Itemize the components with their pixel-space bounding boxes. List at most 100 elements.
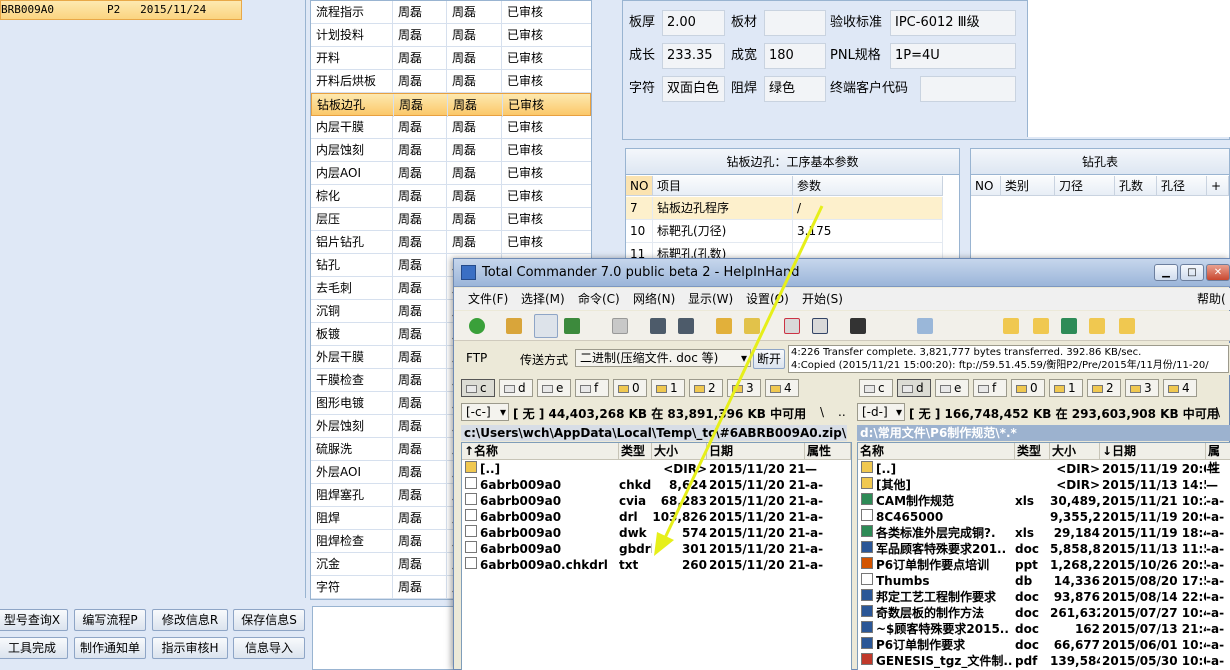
unpack-icon[interactable] <box>744 318 760 334</box>
process-row[interactable]: 内层AOI 周磊 周磊 已审核 <box>311 162 591 185</box>
right-root-button[interactable]: \ <box>1216 405 1220 419</box>
file-row[interactable]: GENESIS_tgz_文件制.. pdf 139,584 2015/05/30 10… <box>858 653 1230 669</box>
file-row[interactable]: P6订单制作要求 doc 66,6772015/06/01 10:48-a- <box>858 637 1230 653</box>
file-row[interactable]: 邦定工艺工程制作要求 doc 93,8762015/08/14 22:08-a- <box>858 589 1230 605</box>
param-value[interactable]: 3.175 <box>793 220 943 243</box>
param-value[interactable]: / <box>793 197 943 220</box>
minimize-button[interactable]: ▁ <box>1154 264 1178 281</box>
menu-item[interactable]: 开始(S) <box>802 288 843 310</box>
process-row[interactable]: 开料后烘板 周磊 周磊 已审核 <box>311 70 591 93</box>
file-row[interactable]: 各类标准外层完成铜?. xls 29,1842015/11/19 18:47-a- <box>858 525 1230 541</box>
process-row[interactable]: 层压 周磊 周磊 已审核 <box>311 208 591 231</box>
thickness-field[interactable]: 2.00 <box>662 10 725 36</box>
url-connect-icon[interactable] <box>812 318 828 334</box>
menu-item[interactable]: 命令(C) <box>578 288 620 310</box>
menu-item[interactable]: 设置(O) <box>746 288 789 310</box>
close-button[interactable]: ✕ <box>1206 264 1230 281</box>
file-row[interactable]: 8C465000 9,355,2642015/11/19 20:01-a- <box>858 509 1230 525</box>
process-row[interactable]: 开料 周磊 周磊 已审核 <box>311 47 591 70</box>
menu-item[interactable]: 选择(M) <box>521 288 565 310</box>
drive-button[interactable]: d <box>499 379 533 397</box>
drive-button[interactable]: 4 <box>765 379 799 397</box>
column-header[interactable]: 大小 <box>652 443 707 460</box>
file-row[interactable]: 6abrb009a0 drl 103,8262015/11/20 21:33-a- <box>462 509 851 525</box>
folder-icon[interactable] <box>1119 318 1135 334</box>
file-row[interactable]: P6订单制作要点培训 ppt 1,268,2242015/10/26 20:54-a… <box>858 557 1230 573</box>
column-header[interactable]: ↓日期 <box>1100 443 1206 460</box>
file-row[interactable]: 6abrb009a0 gbdrl 3012015/11/20 21:33-a- <box>462 541 851 557</box>
silk-field[interactable]: 双面白色 <box>662 76 725 102</box>
drive-button[interactable]: e <box>935 379 969 397</box>
transfer-mode-select[interactable]: 二进制(压缩文件. doc 等) ▾ <box>575 349 751 367</box>
file-row[interactable]: [其他] <DIR>2015/11/13 14:51— <box>858 477 1230 493</box>
invert-selection-icon[interactable] <box>612 318 628 334</box>
drive-button[interactable]: c <box>859 379 893 397</box>
tool-complete-button[interactable]: 工具完成 <box>0 637 68 659</box>
menu-item[interactable]: 显示(W) <box>688 288 733 310</box>
file-row[interactable]: CAM制作规范 xls 30,489,0882015/11/21 10:21-a- <box>858 493 1230 509</box>
order-list[interactable]: BRB009A0 P2 2015/11/24 <box>0 0 306 598</box>
drive-button[interactable]: c <box>461 379 495 397</box>
process-row[interactable]: 铝片钻孔 周磊 周磊 已审核 <box>311 231 591 254</box>
folder-icon[interactable] <box>1033 318 1049 334</box>
view-tree-icon[interactable] <box>534 314 558 338</box>
file-row[interactable]: 6abrb009a0 dwk 5742015/11/20 21:33-a- <box>462 525 851 541</box>
folder-icon[interactable] <box>1003 318 1019 334</box>
process-row[interactable]: 流程指示 周磊 周磊 已审核 <box>311 1 591 24</box>
process-row[interactable]: 棕化 周磊 周磊 已审核 <box>311 185 591 208</box>
length-field[interactable]: 233.35 <box>662 43 725 69</box>
drive-button[interactable]: 1 <box>1049 379 1083 397</box>
view-icons-icon[interactable] <box>506 318 522 334</box>
column-header[interactable]: 类型 <box>1015 443 1050 460</box>
file-row[interactable]: 6abrb009a0 chkdrl 8,6242015/11/20 21:34-a- <box>462 477 851 493</box>
maximize-button[interactable]: □ <box>1180 264 1204 281</box>
process-row[interactable]: 内层蚀刻 周磊 周磊 已审核 <box>311 139 591 162</box>
drive-button[interactable]: d <box>897 379 931 397</box>
file-row[interactable]: ~$顾客特殊要求2015.. doc 1622015/07/13 21:42-a- <box>858 621 1230 637</box>
file-row[interactable]: [..] <DIR>2015/11/19 20:01— <box>858 461 1230 477</box>
column-header[interactable]: 属性 <box>805 443 851 460</box>
modify-info-button[interactable]: 修改信息R <box>152 609 228 631</box>
mask-field[interactable]: 绿色 <box>764 76 826 102</box>
column-header[interactable]: 日期 <box>707 443 805 460</box>
process-row[interactable]: 内层干膜 周磊 周磊 已审核 <box>311 116 591 139</box>
file-row[interactable]: 军品顾客特殊要求201.. doc 5,858,8162015/11/13 11:5… <box>858 541 1230 557</box>
drive-button[interactable]: 2 <box>689 379 723 397</box>
notepad-icon[interactable] <box>917 318 933 334</box>
model-query-button[interactable]: 型号查询X <box>0 609 68 631</box>
order-row-selected[interactable]: BRB009A0 P2 2015/11/24 <box>0 0 242 20</box>
material-field[interactable] <box>764 10 826 36</box>
right-drive-select[interactable]: [-d-] ▾ <box>857 403 905 421</box>
customer-field[interactable] <box>920 76 1016 102</box>
folder-icon[interactable] <box>1089 318 1105 334</box>
forward-arrow-icon[interactable] <box>678 318 694 334</box>
left-path-bar[interactable]: c:\Users\wch\AppData\Local\Temp\_tc\#6AB… <box>461 425 847 441</box>
left-drive-select[interactable]: [-c-] ▾ <box>461 403 509 421</box>
edit-flow-button[interactable]: 编写流程P <box>74 609 146 631</box>
left-root-button[interactable]: \ <box>820 405 824 419</box>
file-row[interactable]: Thumbs db 14,3362015/08/20 17:59-a- <box>858 573 1230 589</box>
save-info-button[interactable]: 保存信息S <box>233 609 305 631</box>
make-notice-button[interactable]: 制作通知单 <box>74 637 146 659</box>
drive-button[interactable]: 0 <box>1011 379 1045 397</box>
drill-header-add[interactable]: + <box>1207 176 1229 196</box>
drive-button[interactable]: e <box>537 379 571 397</box>
column-header[interactable]: 大小 <box>1050 443 1100 460</box>
pack-icon[interactable] <box>716 318 732 334</box>
drive-button[interactable]: 1 <box>651 379 685 397</box>
disconnect-button[interactable]: 断开 <box>753 349 785 369</box>
excel-icon[interactable] <box>1061 318 1077 334</box>
column-header[interactable]: 类型 <box>619 443 652 460</box>
drive-button[interactable]: 2 <box>1087 379 1121 397</box>
left-file-panel[interactable]: ↑名称类型大小日期属性[..]<DIR>2015/11/20 21:34—6ab… <box>461 442 852 670</box>
ftp-connect-icon[interactable] <box>784 318 800 334</box>
tc-titlebar[interactable]: Total Commander 7.0 public beta 2 - Help… <box>454 259 1230 287</box>
drive-button[interactable]: 3 <box>1125 379 1159 397</box>
column-header[interactable]: 名称 <box>858 443 1015 460</box>
left-parent-button[interactable]: .. <box>838 405 846 419</box>
thumbnail-icon[interactable] <box>564 318 580 334</box>
column-header[interactable]: 属性 <box>1206 443 1230 475</box>
back-arrow-icon[interactable] <box>650 318 666 334</box>
menu-item[interactable]: 帮助( <box>1197 288 1226 310</box>
drive-button[interactable]: 0 <box>613 379 647 397</box>
